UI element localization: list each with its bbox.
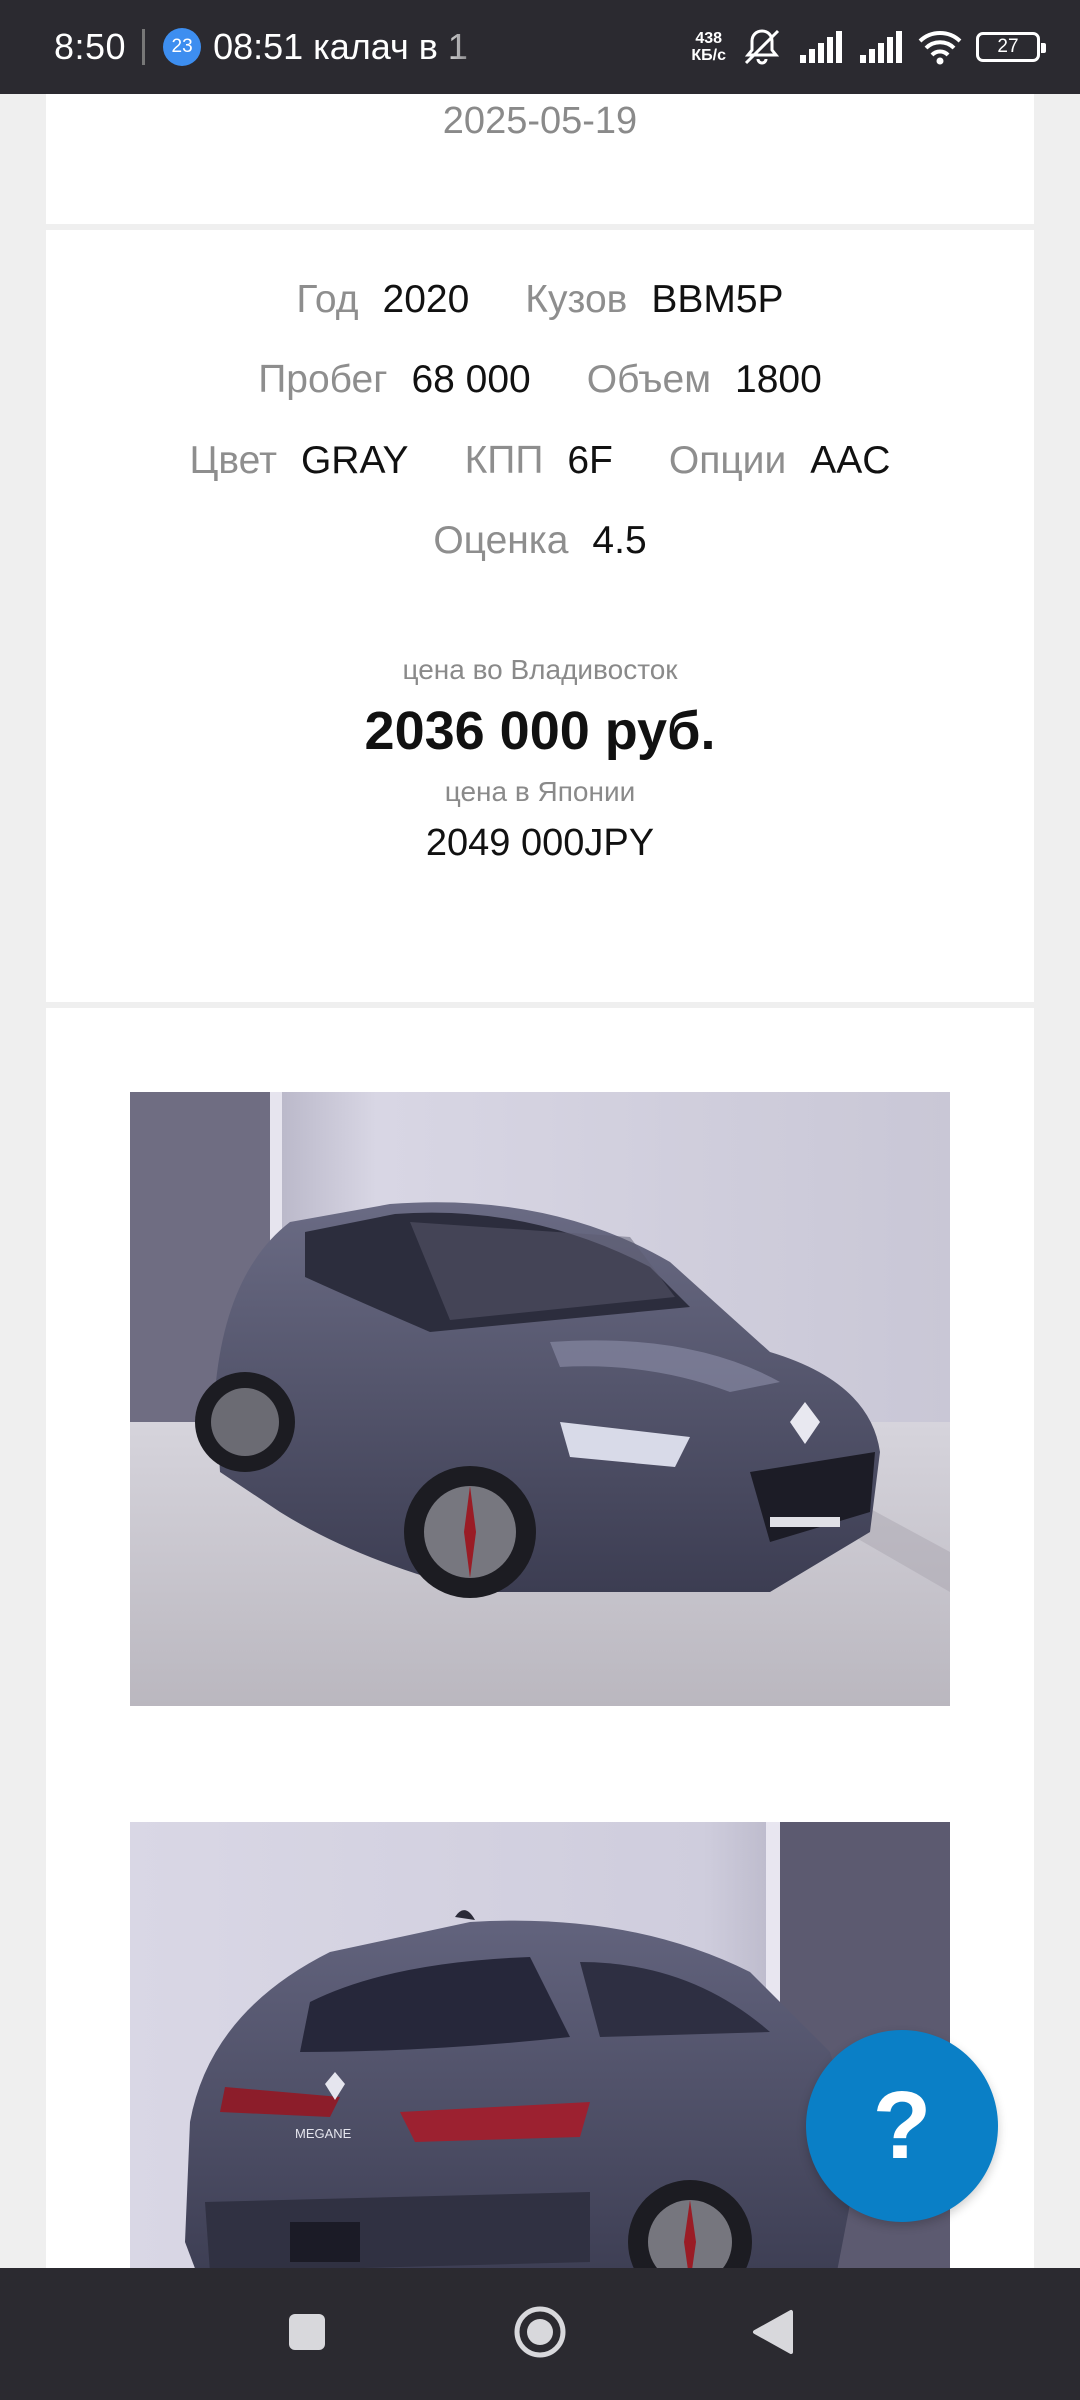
price-vladivostok-caption: цена во Владивосток <box>402 654 678 685</box>
mute-bell-icon <box>740 25 784 69</box>
spec-label-options: Опции <box>668 439 787 482</box>
status-separator <box>142 29 146 65</box>
square-icon <box>287 2312 327 2357</box>
car-photo-rear[interactable]: MEGANE <box>130 1822 950 2268</box>
help-button[interactable]: ? <box>806 2030 998 2222</box>
spec-label-color: Цвет <box>189 439 277 482</box>
signal-strength-1-icon <box>798 29 844 65</box>
recents-button[interactable] <box>267 2294 347 2374</box>
notification-count-badge: 23 <box>163 28 202 66</box>
back-triangle-icon <box>751 2308 795 2361</box>
spec-row-1: Год 2020 Кузов BBM5P <box>46 278 1034 322</box>
network-speed-unit: КБ/с <box>691 47 726 64</box>
price-japan-caption: цена в Японии <box>444 776 636 807</box>
status-bar: 8:50 23 08:51 калач в 1 438 КБ/с 27 <box>0 0 1080 94</box>
price-japan-value: 2049 000JPY <box>425 822 655 864</box>
navigation-bar <box>0 2268 1080 2400</box>
spec-value-transmission: 6F <box>567 439 613 482</box>
spec-label-year: Год <box>296 278 359 321</box>
network-speed: 438 КБ/с <box>691 30 726 64</box>
status-time: 8:50 <box>54 26 127 67</box>
spec-label-grade: Оценка <box>433 519 569 562</box>
signal-strength-2-icon <box>858 29 904 65</box>
spec-value-volume: 1800 <box>735 358 822 401</box>
wifi-icon <box>918 29 962 65</box>
specs-card: Год 2020 Кузов BBM5P Пробег 68 000 Объем… <box>46 230 1034 1002</box>
network-speed-value: 438 <box>695 30 723 47</box>
circle-icon <box>512 2304 568 2365</box>
auction-date: 2025-05-19 <box>442 100 638 142</box>
spec-row-4: Оценка 4.5 <box>46 519 1034 563</box>
back-button[interactable] <box>733 2294 813 2374</box>
notification-ticker: 08:51 калач в 1 <box>213 26 468 67</box>
spec-label-volume: Объем <box>586 358 712 401</box>
battery-indicator: 27 <box>976 32 1046 62</box>
price-vladivostok-value: 2036 000 руб. <box>364 701 716 761</box>
spec-value-options: AAC <box>810 439 891 482</box>
rear-badge-text: MEGANE <box>295 2126 352 2141</box>
spec-label-mileage: Пробег <box>258 358 388 401</box>
spec-label-body: Кузов <box>525 278 628 321</box>
spec-value-mileage: 68 000 <box>411 358 531 401</box>
spec-row-3: Цвет GRAY КПП 6F Опции AAC <box>46 439 1034 483</box>
home-button[interactable] <box>500 2294 580 2374</box>
spec-row-2: Пробег 68 000 Объем 1800 <box>46 358 1034 402</box>
status-icons: 438 КБ/с 27 <box>691 25 1046 69</box>
spec-value-year: 2020 <box>382 278 470 321</box>
spec-value-color: GRAY <box>300 439 409 482</box>
date-card: 2025-05-19 <box>46 94 1034 224</box>
listing-page[interactable]: 2025-05-19 Год 2020 Кузов BBM5P Пробег 6… <box>0 94 1080 2268</box>
car-photo-front[interactable] <box>130 1092 950 1706</box>
spec-value-body: BBM5P <box>651 278 784 321</box>
spec-value-grade: 4.5 <box>592 519 647 562</box>
spec-label-transmission: КПП <box>464 439 544 482</box>
